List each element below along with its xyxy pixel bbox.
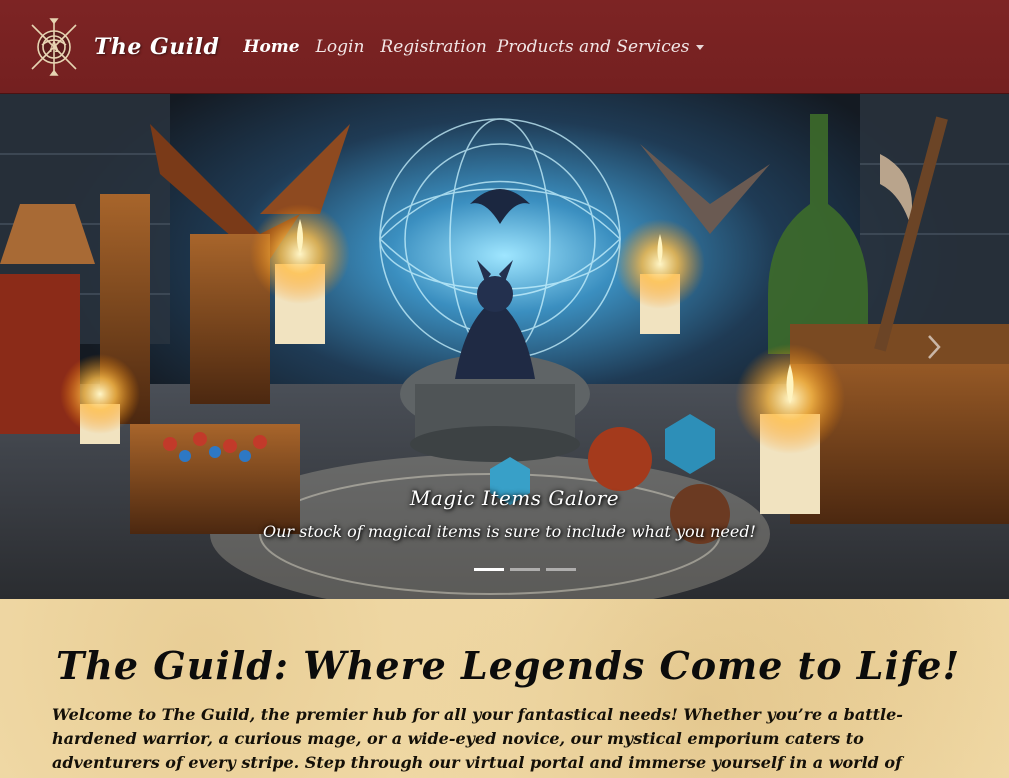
caret-down-icon	[695, 44, 704, 50]
carousel-indicator-1[interactable]	[473, 568, 504, 571]
nav-login[interactable]: Login	[316, 37, 365, 57]
carousel-next-button[interactable]	[919, 332, 949, 362]
nav-products-dropdown[interactable]: Products and Services	[497, 37, 704, 57]
carousel-caption: Magic Items Galore Our stock of magical …	[0, 486, 1009, 541]
nav-products-label: Products and Services	[496, 36, 690, 57]
carousel-indicators	[40, 568, 1009, 571]
chevron-right-icon	[928, 335, 941, 359]
brand[interactable]: A The Guild	[22, 0, 219, 94]
hero-carousel: Magic Items Galore Our stock of magical …	[0, 94, 1009, 599]
brand-title: The Guild	[94, 33, 220, 60]
nav-registration[interactable]: Registration	[380, 37, 486, 57]
nav-home[interactable]: Home	[243, 37, 299, 57]
intro-paragraph: Welcome to The Guild, the premier hub fo…	[52, 705, 903, 778]
navbar: A The Guild Home Login Registration Prod…	[0, 0, 1009, 94]
slide-text: Our stock of magical items is sure to in…	[263, 522, 756, 541]
guild-crest-logo: A	[31, 17, 77, 76]
carousel-indicator-2[interactable]	[509, 568, 540, 571]
carousel-indicator-3[interactable]	[545, 568, 576, 571]
slide-title: Magic Items Galore	[409, 486, 620, 510]
main-content: The Guild: Where Legends Come to Life! W…	[0, 599, 1009, 778]
svg-text:A: A	[48, 40, 61, 56]
nav-links: Home Login Registration Products and Ser…	[243, 0, 719, 94]
page-title: The Guild: Where Legends Come to Life!	[56, 643, 961, 688]
